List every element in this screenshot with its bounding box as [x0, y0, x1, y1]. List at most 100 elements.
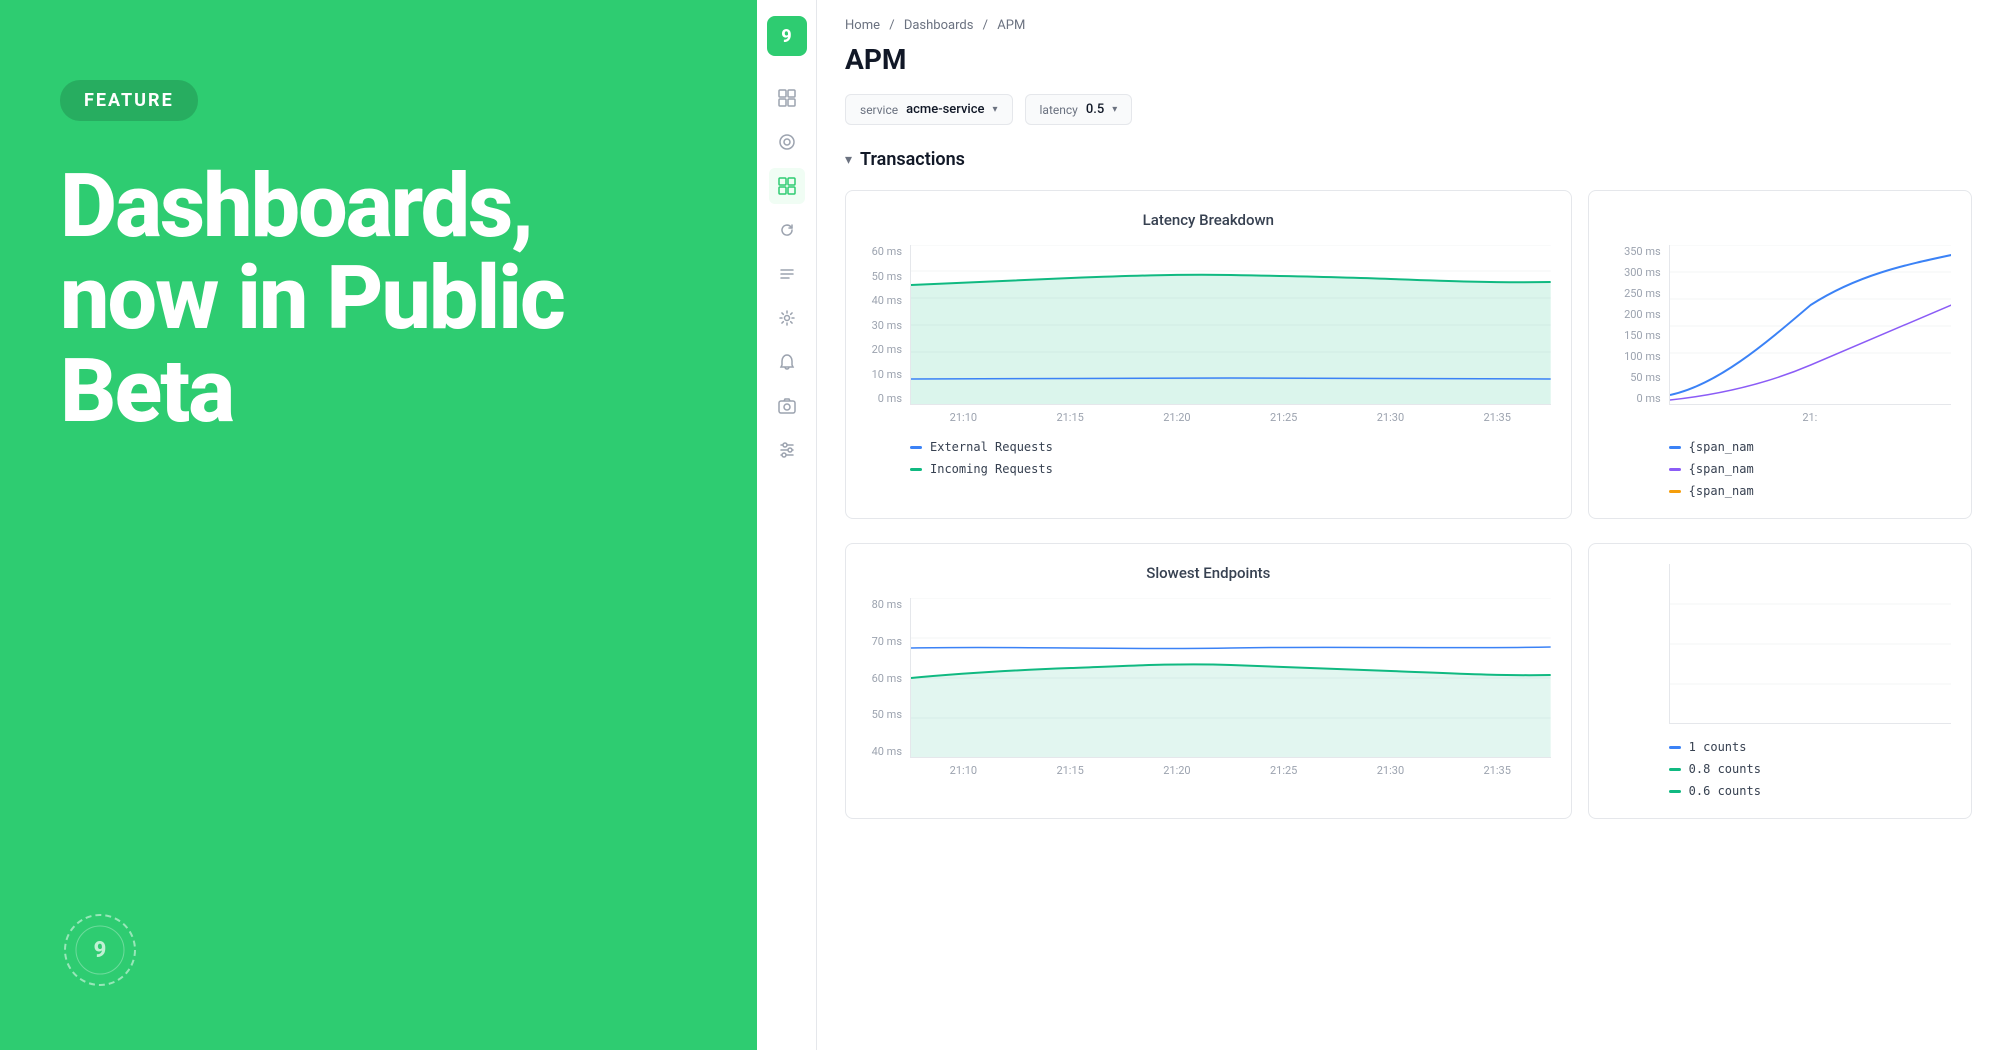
breadcrumb-dashboards[interactable]: Dashboards: [904, 18, 974, 33]
feature-badge: FEATURE: [60, 80, 198, 121]
y-label: 60 ms: [872, 672, 902, 685]
breadcrumb: Home / Dashboards / APM: [845, 18, 1972, 33]
transactions-header[interactable]: ▾ Transactions: [845, 149, 1972, 170]
latency-filter[interactable]: latency 0.5 ▾: [1025, 94, 1133, 125]
sidebar-item-monitor[interactable]: [769, 124, 805, 160]
chart1-area: 60 ms 50 ms 40 ms 30 ms 20 ms 10 ms 0 ms: [866, 245, 1551, 405]
chart2-svg: [911, 598, 1551, 758]
legend-label-external: External Requests: [930, 440, 1053, 454]
y-label: 100 ms: [1624, 350, 1661, 363]
list-icon: [777, 264, 797, 284]
counts-svg: [1670, 564, 1951, 724]
charts-row: Latency Breakdown 60 ms 50 ms 40 ms 30 m…: [845, 190, 1972, 543]
y-label: 0 ms: [1636, 392, 1660, 405]
y-label: 50 ms: [872, 708, 902, 721]
sidebar-item-dashboard[interactable]: [769, 80, 805, 116]
refresh-icon: [777, 220, 797, 240]
counts-legend-3: 0.6 counts: [1669, 784, 1951, 798]
x-label: 21:25: [1270, 764, 1297, 777]
latency-breakdown-title: Latency Breakdown: [866, 211, 1551, 229]
x-label: 21:35: [1484, 411, 1511, 424]
legend-item-external: External Requests: [910, 440, 1551, 454]
span-svg: [1670, 245, 1951, 405]
apm-icon: [777, 176, 797, 196]
y-label: 60 ms: [872, 245, 902, 258]
legend-dot-span2: [1669, 468, 1681, 471]
sidebar-item-controls[interactable]: [769, 432, 805, 468]
y-label: 30 ms: [872, 319, 902, 332]
latency-breakdown-chart: Latency Breakdown 60 ms 50 ms 40 ms 30 m…: [845, 190, 1572, 519]
filters-row: service acme-service ▾ latency 0.5 ▾: [817, 94, 2000, 125]
y-label: 50 ms: [872, 270, 902, 283]
section-title: Transactions: [860, 149, 965, 170]
sidebar-item-settings[interactable]: [769, 300, 805, 336]
x-label: 21:15: [1056, 764, 1083, 777]
legend-item-span1: {span_nam: [1669, 440, 1951, 454]
page-title: APM: [845, 43, 1972, 76]
legend-item-span3: {span_nam: [1669, 484, 1951, 498]
x-label: 21:15: [1056, 411, 1083, 424]
title-line2: now in Public: [60, 247, 564, 350]
counts-legend: 1 counts 0.8 counts 0.6 counts: [1609, 740, 1951, 798]
dashboard-icon: [777, 88, 797, 108]
x-label: 21:30: [1377, 411, 1404, 424]
x-label: 21:10: [950, 764, 977, 777]
breadcrumb-current: APM: [997, 18, 1025, 33]
y-label: 150 ms: [1624, 329, 1661, 342]
legend-label-incoming: Incoming Requests: [930, 462, 1053, 476]
service-filter[interactable]: service acme-service ▾: [845, 94, 1013, 125]
top-bar: Home / Dashboards / APM APM: [817, 0, 2000, 76]
latency-filter-value: 0.5: [1086, 102, 1104, 117]
settings-icon: [777, 308, 797, 328]
dashed-logo-icon: 9: [60, 910, 140, 990]
latency-filter-label: latency: [1040, 103, 1078, 117]
counts-chart-plot: [1669, 564, 1951, 724]
sidebar-item-logs[interactable]: [769, 212, 805, 248]
legend-dot-span1: [1669, 446, 1681, 449]
y-label: 40 ms: [872, 745, 902, 758]
breadcrumb-home[interactable]: Home: [845, 18, 880, 33]
y-label: 200 ms: [1624, 308, 1661, 321]
sliders-icon: [777, 440, 797, 460]
counts-y-axis: [1609, 564, 1669, 724]
chart1-svg: [911, 245, 1551, 405]
legend-label-span2: {span_nam: [1689, 462, 1754, 476]
counts-dot-2: [1669, 768, 1681, 771]
legend-item-span2: {span_nam: [1669, 462, 1951, 476]
y-label: 50 ms: [1630, 371, 1660, 384]
y-label: 350 ms: [1624, 245, 1661, 258]
sidebar-item-apm[interactable]: [769, 168, 805, 204]
title-line3: Beta: [60, 340, 233, 443]
chart2-x-axis: 21:10 21:15 21:20 21:25 21:30 21:35: [866, 764, 1551, 777]
svg-text:9: 9: [94, 938, 107, 963]
chart2-area: 80 ms 70 ms 60 ms 50 ms 40 ms: [866, 598, 1551, 758]
span-chart-legend: {span_nam {span_nam {span_nam: [1609, 440, 1951, 498]
x-label: 21:20: [1163, 764, 1190, 777]
span-chart-area: 350 ms 300 ms 250 ms 200 ms 150 ms 100 m…: [1609, 245, 1951, 405]
y-label: 10 ms: [872, 368, 902, 381]
legend-item-incoming: Incoming Requests: [910, 462, 1551, 476]
counts-legend-1: 1 counts: [1669, 740, 1951, 754]
legend-dot-external: [910, 446, 922, 449]
charts-row-2: Slowest Endpoints 80 ms 70 ms 60 ms 50 m…: [845, 543, 1972, 843]
counts-label-1: 1 counts: [1689, 740, 1747, 754]
sidebar-item-traces[interactable]: [769, 256, 805, 292]
sidebar-item-alerts[interactable]: [769, 344, 805, 380]
chart1-legend: External Requests Incoming Requests: [866, 440, 1551, 476]
latency-filter-chevron: ▾: [1112, 104, 1117, 115]
x-label: 21:20: [1163, 411, 1190, 424]
span-x-axis: 21:: [1609, 411, 1951, 424]
span-chart: . 350 ms 300 ms 250 ms 200 ms 150 ms 100…: [1588, 190, 1972, 519]
y-label: 40 ms: [872, 294, 902, 307]
section-chevron-icon: ▾: [845, 152, 852, 168]
feature-badge-text: FEATURE: [84, 90, 174, 111]
x-label: 21:25: [1270, 411, 1297, 424]
transactions-section: ▾ Transactions Latency Breakdown 60 ms 5…: [817, 149, 2000, 875]
main-title: Dashboards, now in Public Beta: [60, 161, 697, 438]
main-content: Home / Dashboards / APM APM service acme…: [817, 0, 2000, 1050]
sidebar-item-synthetics[interactable]: [769, 388, 805, 424]
span-chart-plot: [1669, 245, 1951, 405]
counts-legend-2: 0.8 counts: [1669, 762, 1951, 776]
service-filter-value: acme-service: [906, 102, 984, 117]
chart1-plot: [910, 245, 1551, 405]
